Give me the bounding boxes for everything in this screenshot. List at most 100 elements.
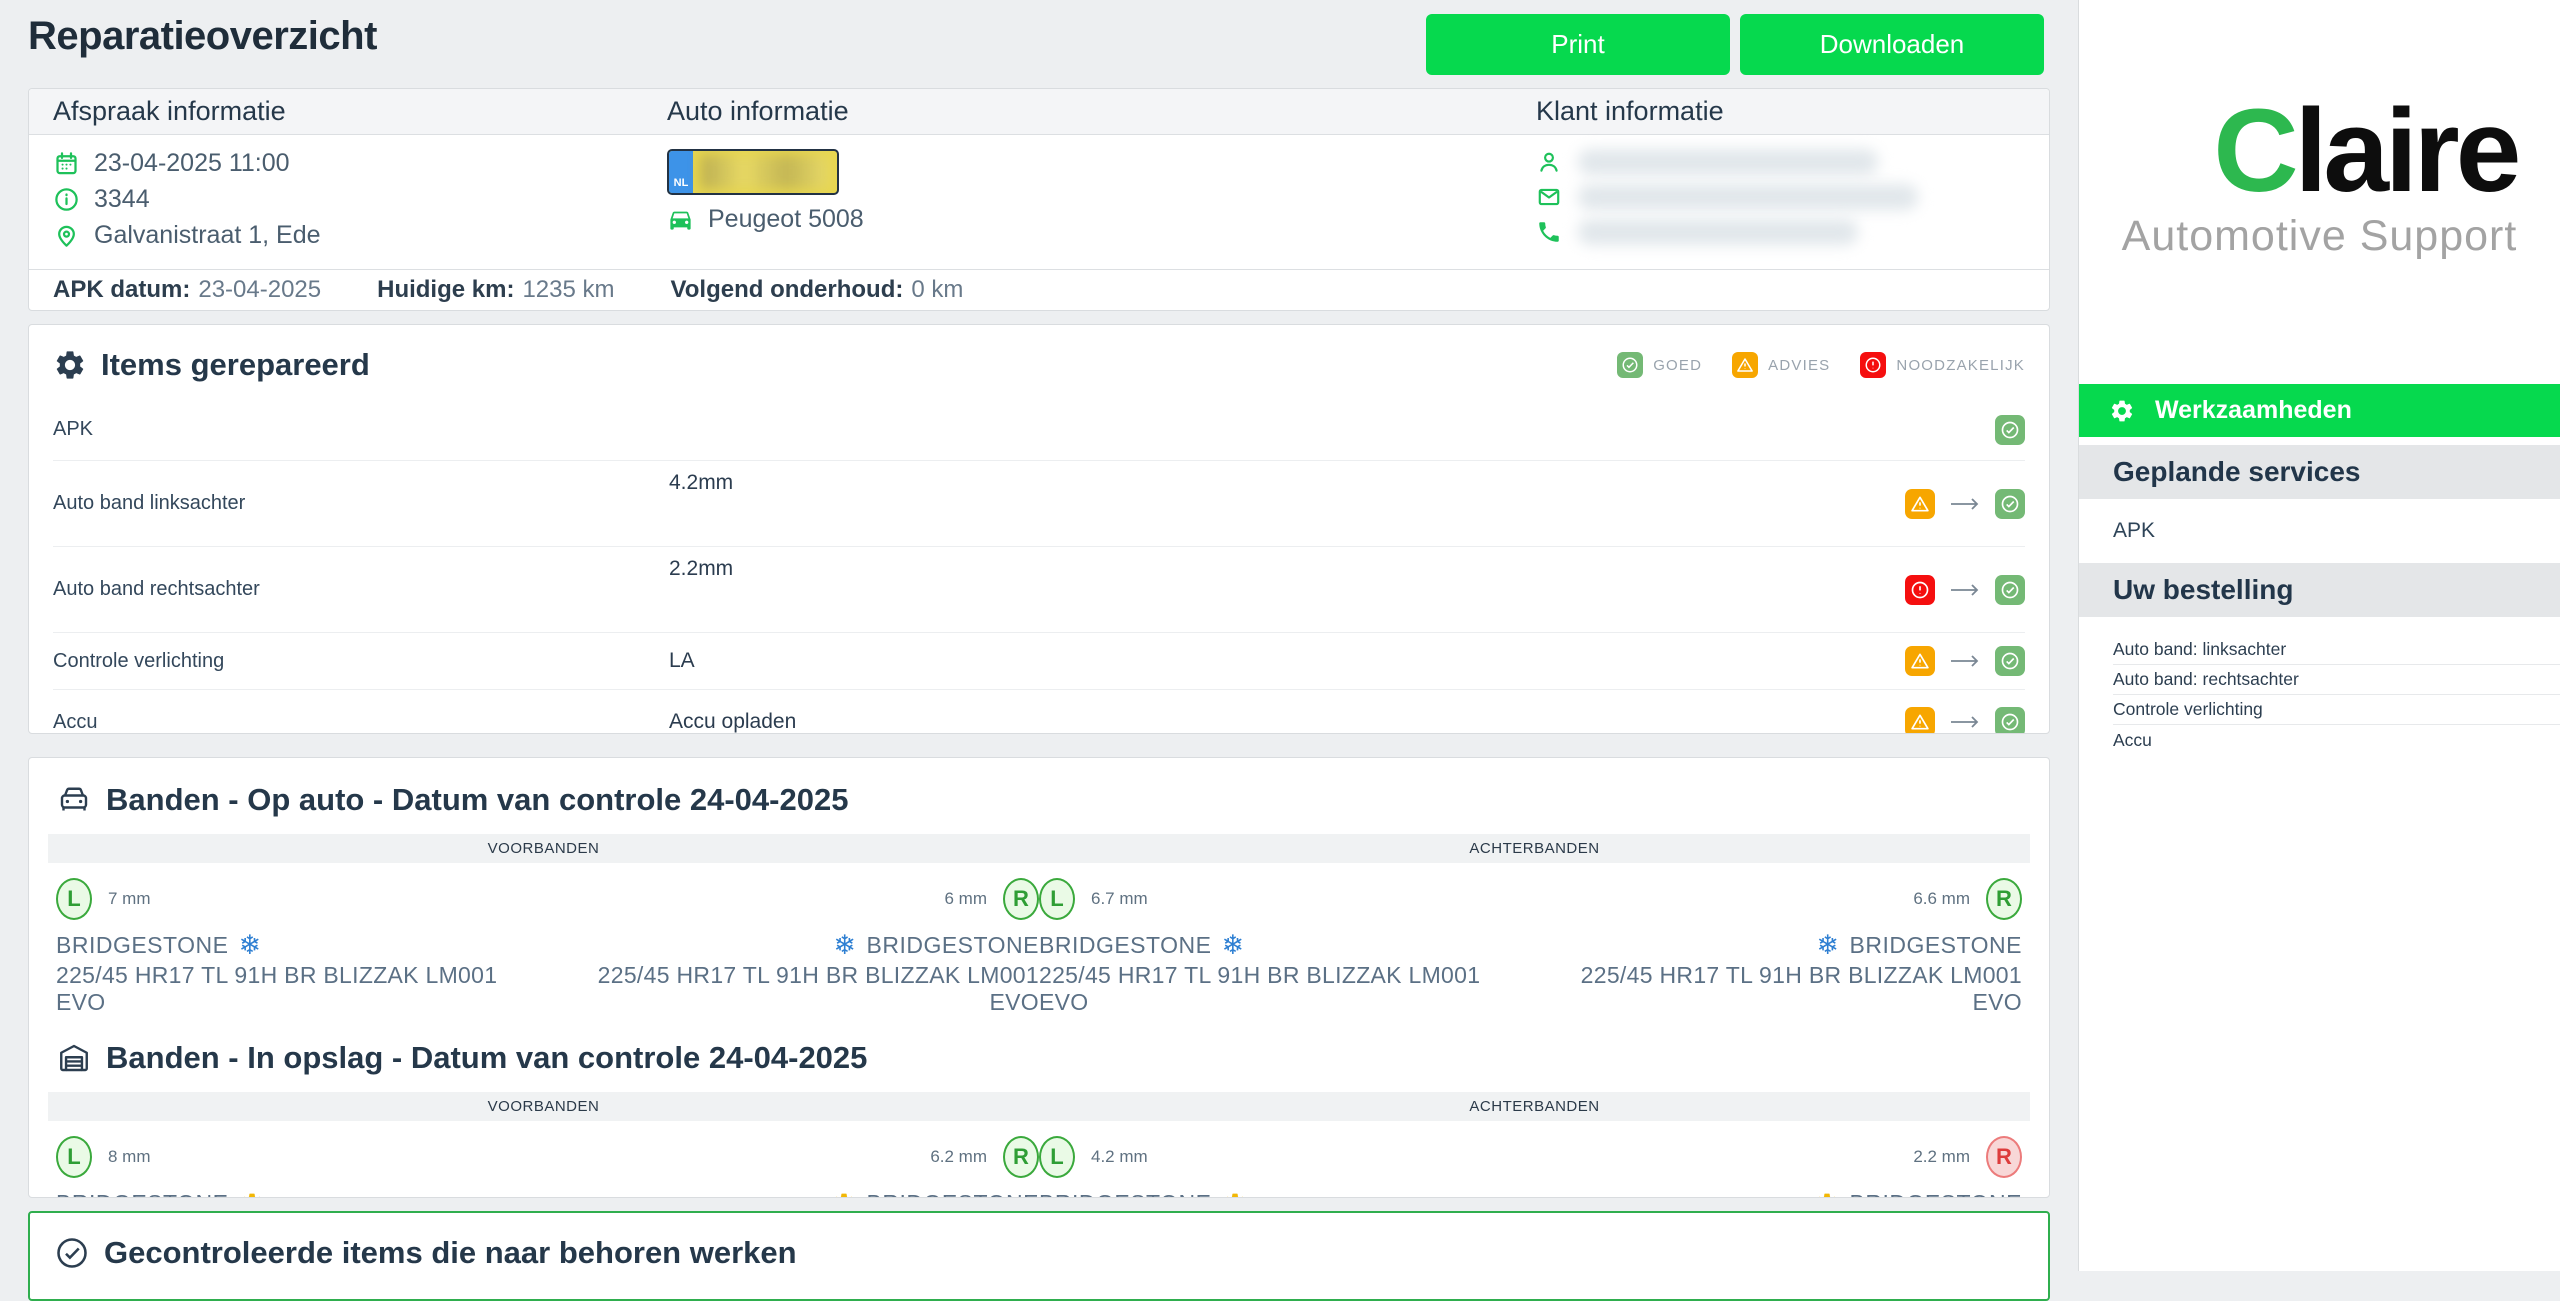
repair-row-apk: APK — [53, 399, 2025, 461]
tire-position-badge: R — [1986, 878, 2022, 920]
car-model-row: Peugeot 5008 — [667, 205, 1536, 234]
front-tires-label: VOORBANDEN — [48, 834, 1039, 863]
tire-position-badge: L — [56, 1136, 92, 1178]
toolbar: Print Downloaden — [1426, 14, 2044, 75]
customer-phone-row — [1536, 219, 2049, 245]
repair-row-lighting: Controle verlichting LA — [53, 633, 2025, 690]
status-advice-badge — [1905, 489, 1935, 519]
next-service-pair: Volgend onderhoud:0 km — [671, 276, 964, 304]
tire-front-right: R 6 mm BRIDGESTONE❄ 225/45 HR17 TL 91H B… — [548, 878, 1040, 1016]
page-header: Reparatieoverzicht Print Downloaden — [28, 0, 2050, 88]
repair-row-battery: Accu Accu opladen — [53, 690, 2025, 734]
current-km-pair: Huidige km:1235 km — [377, 276, 614, 304]
rear-tires-label: ACHTERBANDEN — [1039, 1092, 2030, 1121]
order-item-band-left-rear[interactable]: Auto band: linksachter — [2113, 635, 2560, 665]
warning-triangle-icon — [1732, 352, 1758, 378]
appointment-number-row: 3344 — [53, 185, 667, 214]
tire-rear-right: R 6.6 mm BRIDGESTONE❄ 225/45 HR17 TL 91H… — [1531, 878, 2023, 1016]
plate-number-redacted — [693, 151, 837, 193]
print-button[interactable]: Print — [1426, 14, 1730, 75]
tires-in-storage-title: Banden - In opslag - Datum van controle … — [48, 1022, 2030, 1092]
sidebar: Claire Automotive Support Werkzaamheden … — [2078, 0, 2560, 1271]
tire-position-badge: L — [1039, 1136, 1075, 1178]
status-advice-badge — [1905, 646, 1935, 676]
status-good-badge — [1995, 707, 2025, 734]
rear-tires-label: ACHTERBANDEN — [1039, 834, 2030, 863]
tires-in-storage-grid: L 8 mm BRIDGESTONE 225/45 YR17 TL 91Y BR… — [48, 1121, 2030, 1198]
legend-necessary: NOODZAKELIJK — [1860, 352, 2025, 378]
car-header: Auto informatie — [667, 96, 1536, 127]
status-advice-badge — [1905, 707, 1935, 734]
apk-date-pair: APK datum:23-04-2025 — [53, 276, 321, 304]
customer-name-row — [1536, 149, 2049, 175]
tire-rear-left: L 4.2 mm BRIDGESTONE 225/45 YR17 TL 91Y … — [1039, 1136, 1531, 1198]
snowflake-icon: ❄ — [833, 932, 856, 959]
order-item-battery[interactable]: Accu — [2113, 725, 2560, 755]
tire-position-badge: R — [1003, 878, 1039, 920]
snowflake-icon: ❄ — [239, 932, 262, 959]
sidebar-menu: Werkzaamheden Geplande services APK Uw b… — [2079, 384, 2560, 755]
customer-phone-redacted — [1578, 219, 1858, 245]
status-good-badge — [1995, 415, 2025, 445]
order-item-lighting[interactable]: Controle verlichting — [2113, 695, 2560, 725]
repaired-items-title: Items gerepareerd — [53, 347, 370, 383]
customer-header: Klant informatie — [1536, 96, 2049, 127]
axle-header-bar: VOORBANDEN ACHTERBANDEN — [48, 1092, 2030, 1121]
download-button[interactable]: Downloaden — [1740, 14, 2044, 75]
order-item-band-right-rear[interactable]: Auto band: rechtsachter — [2113, 665, 2560, 695]
info-card: Afspraak informatie Auto informatie Klan… — [28, 88, 2050, 311]
status-good-badge — [1995, 489, 2025, 519]
legend-advice: ADVIES — [1732, 352, 1830, 378]
logo-subtitle: Automotive Support — [2122, 212, 2518, 261]
car-model: Peugeot 5008 — [708, 205, 864, 234]
tire-front-right: R 6.2 mm BRIDGESTONE 225/45 YR17 TL 91Y … — [548, 1136, 1040, 1198]
sidebar-item-werkzaamheden[interactable]: Werkzaamheden — [2079, 384, 2560, 437]
company-logo: Claire Automotive Support — [2079, 0, 2560, 261]
your-order-header: Uw bestelling — [2079, 563, 2560, 617]
tire-position-badge: R — [1986, 1136, 2022, 1178]
gear-icon — [2109, 398, 2135, 424]
status-necessary-badge — [1905, 575, 1935, 605]
sidebar-item-apk[interactable]: APK — [2079, 499, 2560, 563]
exclamation-circle-icon — [1860, 352, 1886, 378]
sun-icon — [1814, 1191, 1840, 1199]
axle-header-bar: VOORBANDEN ACHTERBANDEN — [48, 834, 2030, 863]
logo-wordmark: Claire — [2122, 92, 2518, 210]
check-circle-outline-icon — [54, 1235, 90, 1271]
checked-items-card: Gecontroleerde items die naar behoren we… — [28, 1211, 2050, 1301]
car-column: NL Peugeot 5008 — [667, 149, 1536, 257]
arrow-right-icon — [1950, 583, 1980, 597]
appointment-datetime: 23-04-2025 11:00 — [94, 149, 290, 178]
appointment-column: 23-04-2025 11:00 3344 Galvanistraat 1, E… — [53, 149, 667, 257]
customer-column — [1536, 149, 2049, 257]
page-title: Reparatieoverzicht — [28, 14, 377, 59]
car-outline-icon — [56, 782, 92, 818]
repair-row-band-right-rear: Auto band rechtsachter 2.2mm — [53, 547, 2025, 633]
appointment-address-row: Galvanistraat 1, Ede — [53, 221, 667, 250]
tires-on-car-grid: L 7 mm BRIDGESTONE❄ 225/45 HR17 TL 91H B… — [48, 863, 2030, 1022]
repair-row-band-left-rear: Auto band linksachter 4.2mm — [53, 461, 2025, 547]
checked-items-title: Gecontroleerde items die naar behoren we… — [54, 1235, 2024, 1271]
person-icon — [1536, 149, 1562, 175]
tire-front-left: L 8 mm BRIDGESTONE 225/45 YR17 TL 91Y BR… — [56, 1136, 548, 1198]
snowflake-icon: ❄ — [1816, 932, 1839, 959]
appointment-number: 3344 — [94, 185, 150, 214]
tires-card: Banden - Op auto - Datum van controle 24… — [28, 757, 2050, 1198]
status-good-badge — [1995, 575, 2025, 605]
customer-name-redacted — [1578, 149, 1878, 175]
appointment-address: Galvanistraat 1, Ede — [94, 221, 321, 250]
sun-icon — [1222, 1191, 1248, 1199]
map-pin-icon — [53, 222, 80, 249]
customer-email-redacted — [1578, 184, 1918, 210]
arrow-right-icon — [1950, 715, 1980, 729]
arrow-right-icon — [1950, 497, 1980, 511]
gear-icon — [53, 348, 87, 382]
license-plate: NL — [667, 149, 839, 195]
tire-position-badge: L — [56, 878, 92, 920]
tires-on-car-title: Banden - Op auto - Datum van controle 24… — [48, 758, 2030, 834]
calendar-icon — [53, 150, 80, 177]
tire-rear-right: R 2.2 mm BRIDGESTONE 225/45 YR17 TL 91Y … — [1531, 1136, 2023, 1198]
info-card-body: 23-04-2025 11:00 3344 Galvanistraat 1, E… — [29, 135, 2049, 269]
info-card-headers: Afspraak informatie Auto informatie Klan… — [29, 89, 2049, 135]
tire-front-left: L 7 mm BRIDGESTONE❄ 225/45 HR17 TL 91H B… — [56, 878, 548, 1016]
